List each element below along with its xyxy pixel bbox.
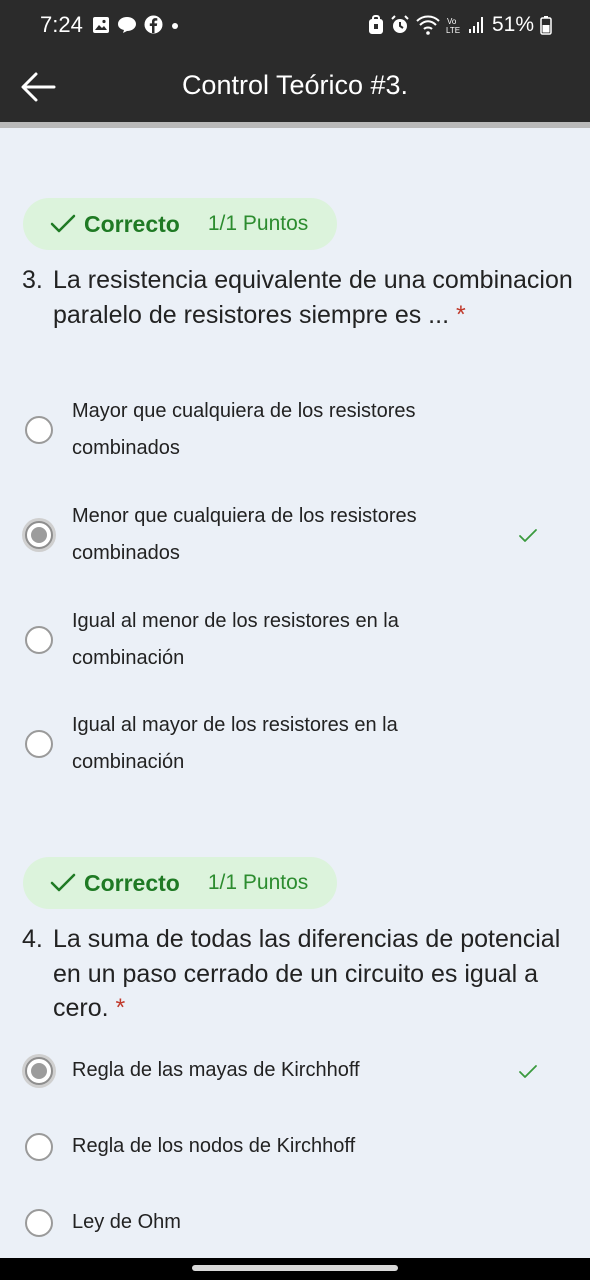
question-text-body: La resistencia equivalente de una combin… <box>53 266 573 329</box>
required-mark: * <box>115 994 126 1022</box>
signal-icon <box>468 17 483 33</box>
radio-button[interactable] <box>25 1209 53 1237</box>
navigation-bar <box>0 1258 590 1280</box>
question-text: La resistencia equivalente de una combin… <box>53 263 573 332</box>
points-label: 1/1 Puntos <box>207 871 309 894</box>
check-icon <box>519 529 537 542</box>
check-icon <box>50 214 76 233</box>
radio-button[interactable] <box>25 1133 53 1161</box>
volte-icon: VoLTE <box>446 17 460 35</box>
radio-button-selected[interactable] <box>25 521 53 549</box>
radio-button-selected[interactable] <box>25 1057 53 1085</box>
page-title: Control Teórico #3. <box>181 70 409 100</box>
option-item[interactable]: Mayor que cualquiera de los resistores c… <box>0 393 590 467</box>
option-item[interactable]: Regla de los nodos de Kirchhoff <box>0 1128 590 1165</box>
points-label: 1/1 Puntos <box>207 212 309 235</box>
wifi-icon <box>416 15 440 35</box>
quiz-content: Correcto 1/1 Puntos 3. La resistencia eq… <box>0 128 590 1258</box>
result-label: Correcto <box>84 210 180 237</box>
option-label: Ley de Ohm <box>72 1211 181 1233</box>
battery-icon <box>540 16 552 35</box>
facebook-icon <box>144 15 163 34</box>
svg-text:Vo: Vo <box>447 17 457 26</box>
radio-button[interactable] <box>25 626 53 654</box>
dot-icon <box>172 22 178 29</box>
svg-text:LTE: LTE <box>446 26 460 35</box>
option-item[interactable]: Igual al menor de los resistores en la c… <box>0 603 590 677</box>
option-label: Mayor que cualquiera de los resistores c… <box>72 400 416 459</box>
alarm-icon <box>391 15 409 33</box>
home-indicator[interactable] <box>192 1265 398 1271</box>
gallery-icon <box>93 16 109 33</box>
system-icons: Vo LTE 51% <box>368 13 552 37</box>
result-badge: Correcto 1/1 Puntos <box>23 857 337 909</box>
option-item-selected[interactable]: Regla de las mayas de Kirchhoff <box>0 1052 590 1089</box>
option-label: Menor que cualquiera de los resistores c… <box>72 505 417 564</box>
option-item[interactable]: Igual al mayor de los resistores en la c… <box>0 707 590 781</box>
question-text-body: La suma de todas las diferencias de pote… <box>53 925 561 1022</box>
question-number: 4. <box>22 925 43 953</box>
battery-percent: 51% <box>491 13 534 36</box>
check-icon <box>519 1065 537 1078</box>
required-mark: * <box>455 300 466 329</box>
chat-icon <box>118 16 136 33</box>
radio-button[interactable] <box>25 416 53 444</box>
result-label: Correcto <box>84 869 180 896</box>
notification-icons <box>92 15 180 34</box>
check-icon <box>50 873 76 892</box>
question-text: La suma de todas las diferencias de pote… <box>53 922 573 1026</box>
question-number: 3. <box>22 266 43 294</box>
option-label: Regla de los nodos de Kirchhoff <box>72 1135 356 1157</box>
option-label: Igual al menor de los resistores en la c… <box>72 610 399 669</box>
status-bar: 7:24 Vo LTE 51% <box>0 0 590 52</box>
lock-app-icon <box>368 15 383 34</box>
app-bar: Control Teórico #3. <box>0 52 590 122</box>
radio-button[interactable] <box>25 730 53 758</box>
status-time: 7:24 <box>40 12 83 37</box>
option-item-selected[interactable]: Menor que cualquiera de los resistores c… <box>0 498 590 572</box>
result-badge: Correcto 1/1 Puntos <box>23 198 337 250</box>
option-label: Regla de las mayas de Kirchhoff <box>72 1059 360 1081</box>
option-label: Igual al mayor de los resistores en la c… <box>72 714 398 773</box>
option-item[interactable]: Ley de Ohm <box>0 1204 590 1241</box>
